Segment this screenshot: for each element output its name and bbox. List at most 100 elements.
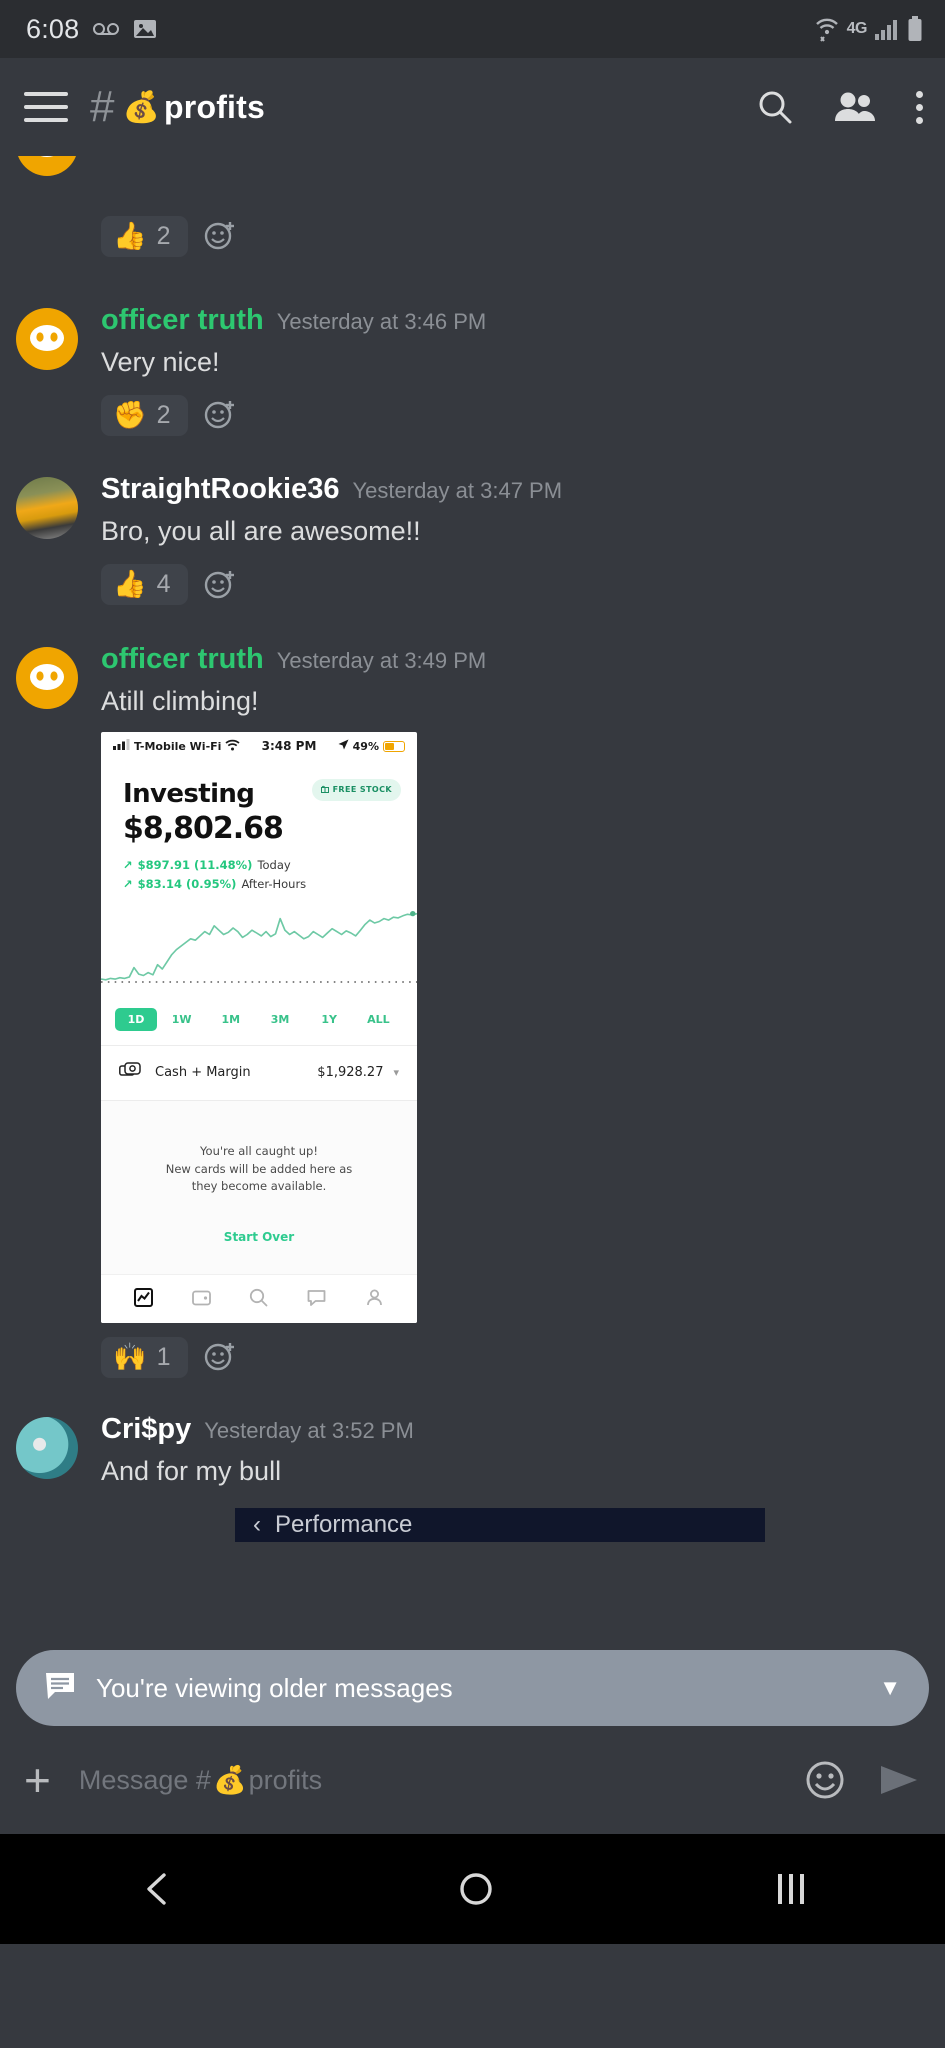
portfolio-deltas: ↗ $897.91 (11.48%) Today ↗ $83.14 (0.95%…: [123, 858, 395, 891]
header-actions: [756, 88, 923, 126]
raised-fist-emoji: ✊: [113, 399, 147, 430]
range-3m[interactable]: 3M: [255, 1008, 304, 1031]
add-reaction-icon[interactable]: [198, 563, 242, 607]
plus-icon[interactable]: +: [24, 1757, 51, 1803]
message-list[interactable]: 👍 2 officer truth Yesterday at 3:46 PM V…: [0, 156, 945, 1726]
network-type-label: 4G: [846, 20, 868, 37]
hamburger-menu-icon[interactable]: [24, 92, 68, 122]
add-reaction-icon[interactable]: [198, 393, 242, 437]
location-arrow-icon: [338, 739, 349, 753]
reaction-chip[interactable]: 👍 4: [101, 564, 188, 605]
message-timestamp: Yesterday at 3:49 PM: [276, 647, 487, 673]
recents-lines-icon[interactable]: [778, 1874, 805, 1904]
members-icon[interactable]: [834, 91, 876, 123]
message-author[interactable]: Cri$py: [101, 1413, 191, 1446]
older-messages-label: You're viewing older messages: [96, 1672, 453, 1703]
search-icon[interactable]: [249, 1288, 268, 1307]
delta-row-today: ↗ $897.91 (11.48%) Today: [123, 858, 395, 872]
message-text: Bro, you all are awesome!!: [101, 516, 421, 547]
message-composer: + Message # 💰 profits: [0, 1726, 945, 1834]
money-bag-emoji: 💰: [212, 1765, 247, 1795]
free-stock-label: FREE STOCK: [332, 785, 392, 795]
battery-icon: [383, 740, 405, 752]
chevron-down-icon[interactable]: ▾: [393, 1066, 399, 1079]
avatar[interactable]: [16, 646, 78, 709]
chevron-down-icon[interactable]: ▼: [879, 1675, 901, 1701]
add-reaction-icon[interactable]: [198, 214, 242, 258]
message-input[interactable]: Message # 💰 profits: [79, 1764, 803, 1796]
caught-up-line-3: they become available.: [191, 1179, 327, 1194]
avatar[interactable]: [16, 1417, 78, 1480]
robinhood-bottom-nav[interactable]: [101, 1274, 417, 1324]
avatar[interactable]: [16, 477, 78, 540]
reaction-count: 2: [156, 221, 171, 250]
avatar[interactable]: [16, 308, 78, 370]
start-over-button[interactable]: Start Over: [121, 1230, 397, 1244]
delta-amount: $897.91 (11.48%): [137, 857, 253, 872]
range-1w[interactable]: 1W: [157, 1008, 206, 1031]
message-author[interactable]: officer truth: [101, 643, 264, 676]
message-row: Cri$py Yesterday at 3:52 PM And for my b…: [0, 1409, 945, 1543]
account-person-icon[interactable]: [365, 1288, 384, 1307]
message-text: Atill climbing!: [101, 685, 259, 716]
chat-bubble-icon[interactable]: [307, 1288, 326, 1307]
cash-margin-row[interactable]: Cash + Margin $1,928.27 ▾: [101, 1046, 417, 1101]
thumbs-up-emoji: 👍: [113, 569, 147, 599]
portfolio-value: $8,802.68: [123, 810, 284, 846]
image-icon: [133, 18, 157, 40]
reaction-count: 1: [156, 1342, 171, 1371]
message-header: Cri$py Yesterday at 3:52 PM: [101, 1413, 927, 1446]
status-right-group: 4G: [814, 0, 923, 58]
home-circle-icon[interactable]: [456, 1869, 496, 1909]
iphone-clock: 3:48 PM: [261, 739, 317, 754]
up-arrow-icon: ↗: [123, 876, 133, 891]
performance-label: Performance: [275, 1511, 413, 1539]
reactions: 👍 4: [101, 563, 927, 607]
discord-channel-screen: 6:08 4G # 💰 profits 👍 2 officer truth Ye…: [0, 0, 945, 2048]
composer-placeholder-prefix: Message #: [78, 1764, 211, 1795]
search-icon[interactable]: [756, 88, 794, 126]
reaction-chip[interactable]: 🙌 1: [101, 1336, 188, 1378]
avatar[interactable]: [16, 156, 78, 176]
channel-header: # 💰 profits: [0, 58, 945, 156]
reaction-chip[interactable]: ✊ 2: [101, 394, 188, 436]
reactions: ✊ 2: [101, 393, 927, 437]
attachment-image-robinhood[interactable]: T-Mobile Wi-Fi 3:48 PM 49% FREE STOCK In…: [101, 731, 417, 1324]
back-chevron-icon[interactable]: [141, 1869, 175, 1909]
message-text: And for my bull: [101, 1456, 282, 1487]
message-author[interactable]: StraightRookie36: [101, 473, 340, 506]
message-author[interactable]: officer truth: [101, 304, 264, 337]
message-body: officer truth Yesterday at 3:46 PM Very …: [101, 304, 945, 437]
older-messages-banner[interactable]: You're viewing older messages ▼: [16, 1650, 929, 1726]
range-1m[interactable]: 1M: [206, 1008, 255, 1031]
range-1d[interactable]: 1D: [115, 1007, 157, 1031]
chart-range-selector[interactable]: 1D 1W 1M 3M 1Y ALL: [101, 1000, 417, 1046]
portfolio-chart-icon[interactable]: [134, 1288, 154, 1308]
gift-icon: [320, 785, 329, 795]
carrier-label: T-Mobile Wi-Fi: [134, 739, 222, 753]
portfolio-chart[interactable]: [101, 896, 417, 1000]
message-body: StraightRookie36 Yesterday at 3:47 PM Br…: [101, 473, 945, 606]
status-clock: 6:08: [26, 13, 80, 44]
chevron-left-icon[interactable]: ‹: [253, 1511, 261, 1539]
emoji-smiley-icon[interactable]: [803, 1758, 847, 1802]
attachment-partial-performance[interactable]: ‹ Performance: [101, 1490, 927, 1543]
composer-actions: [803, 1758, 921, 1802]
chart-endpoint-dot: [410, 910, 416, 916]
reactions: 🙌 1: [101, 1335, 927, 1379]
overflow-menu-icon[interactable]: [916, 90, 923, 124]
send-arrow-icon[interactable]: [877, 1762, 921, 1798]
message-header: officer truth Yesterday at 3:46 PM: [101, 304, 927, 337]
channel-title[interactable]: 💰 profits: [122, 89, 265, 126]
wifi-icon: [225, 739, 240, 754]
range-all[interactable]: ALL: [354, 1008, 403, 1031]
delta-row-after-hours: ↗ $83.14 (0.95%) After-Hours: [123, 877, 395, 891]
add-reaction-icon[interactable]: [198, 1335, 242, 1379]
message-row: officer truth Yesterday at 3:49 PM Atill…: [0, 639, 945, 1380]
free-stock-badge[interactable]: FREE STOCK: [311, 778, 401, 801]
wallet-icon[interactable]: [191, 1288, 211, 1307]
reaction-chip[interactable]: 👍 2: [101, 215, 188, 257]
range-1y[interactable]: 1Y: [305, 1008, 354, 1031]
message-timestamp: Yesterday at 3:47 PM: [352, 478, 563, 504]
reaction-count: 2: [156, 400, 171, 429]
